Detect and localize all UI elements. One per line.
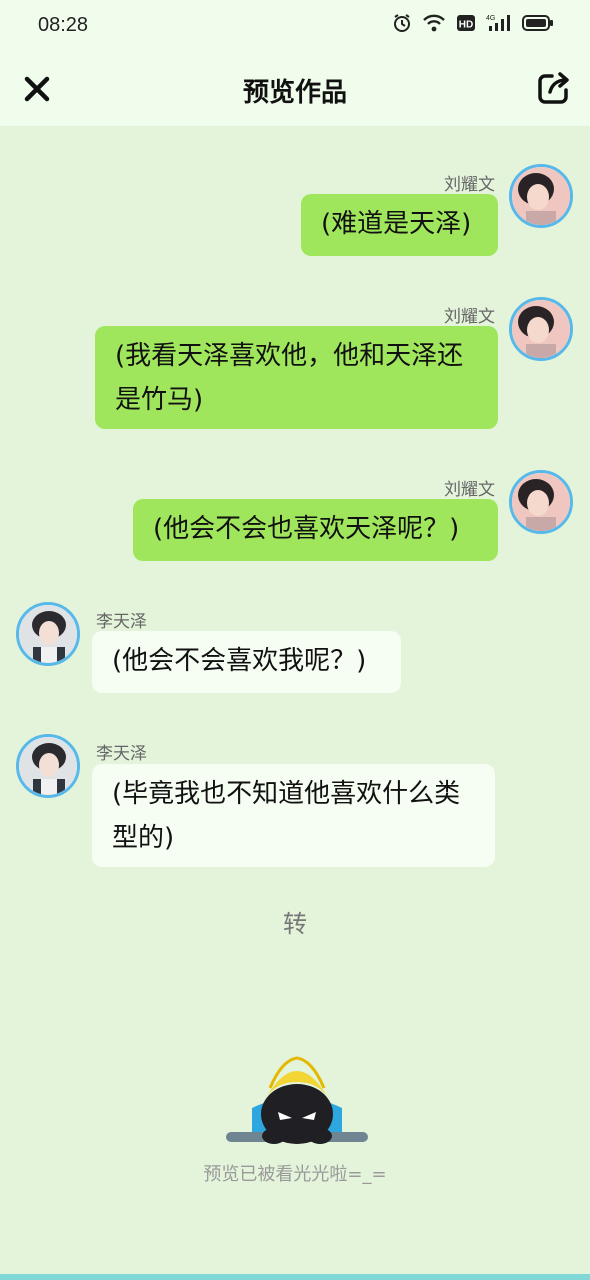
share-button[interactable]	[536, 70, 572, 106]
network-label: 4G	[486, 15, 495, 22]
sender-name: 李天泽	[96, 612, 147, 632]
message-bubble[interactable]: (我看天泽喜欢他，他和天泽还是竹马)	[95, 326, 498, 429]
hd-label: HD	[459, 20, 473, 31]
status-time: 08:28	[38, 14, 89, 36]
avatar[interactable]	[16, 602, 80, 666]
bottom-accent-bar	[0, 1274, 590, 1280]
message-bubble[interactable]: (毕竟我也不知道他喜欢什么类型的)	[92, 764, 495, 867]
message-bubble[interactable]: (他会不会也喜欢天泽呢？)	[133, 499, 498, 561]
status-bar: 08:28 HD 4G	[0, 0, 590, 54]
wifi-icon	[422, 13, 446, 37]
battery-icon	[522, 13, 554, 37]
avatar[interactable]	[509, 297, 573, 361]
sender-name: 刘耀文	[444, 175, 495, 195]
sender-name: 刘耀文	[444, 307, 495, 327]
top-bar: 预览作品	[0, 54, 590, 126]
share-icon	[538, 72, 569, 104]
avatar[interactable]	[16, 734, 80, 798]
mascot-illustration	[222, 1048, 372, 1152]
transition-text: 转	[283, 910, 307, 938]
avatar[interactable]	[509, 164, 573, 228]
sender-name: 李天泽	[96, 744, 147, 764]
alarm-icon	[392, 13, 412, 37]
hd-icon: HD	[456, 13, 476, 37]
message-bubble[interactable]: (他会不会喜欢我呢？)	[92, 631, 401, 693]
page-title: 预览作品	[242, 78, 347, 108]
message-bubble[interactable]: (难道是天泽)	[301, 194, 498, 256]
avatar[interactable]	[509, 470, 573, 534]
sender-name: 刘耀文	[444, 480, 495, 500]
end-message: 预览已被看光光啦=_=	[203, 1164, 387, 1185]
status-icons: HD 4G	[392, 13, 554, 37]
signal-4g-icon: 4G	[486, 13, 512, 37]
